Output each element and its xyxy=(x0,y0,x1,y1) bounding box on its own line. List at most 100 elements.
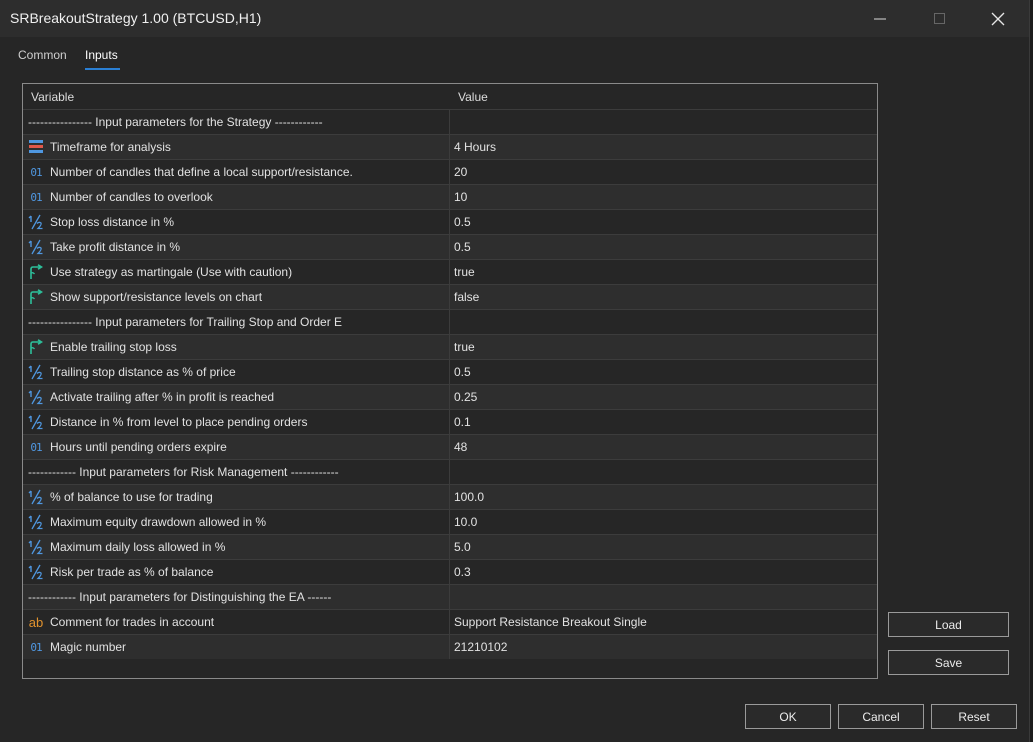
value-cell[interactable]: 0.5 xyxy=(454,215,471,229)
value-cell[interactable]: 0.5 xyxy=(454,240,471,254)
variable-cell: Trailing stop distance as % of price xyxy=(23,360,450,384)
string-icon: ab xyxy=(28,614,44,630)
fraction-icon xyxy=(28,514,44,530)
table-section-row[interactable]: ------------ Input parameters for Risk M… xyxy=(23,459,877,484)
tab-common[interactable]: Common xyxy=(18,48,67,62)
value-cell[interactable]: true xyxy=(454,340,475,354)
variable-cell: 01 Hours until pending orders expire xyxy=(23,435,450,459)
value-cell[interactable]: Support Resistance Breakout Single xyxy=(454,615,647,629)
tab-bar: Common Inputs xyxy=(0,38,1029,72)
variable-cell: Enable trailing stop loss xyxy=(23,335,450,359)
variable-cell: Distance in % from level to place pendin… xyxy=(23,410,450,434)
table-row[interactable]: Stop loss distance in % 0.5 xyxy=(23,209,877,234)
variable-cell: Activate trailing after % in profit is r… xyxy=(23,385,450,409)
variable-name: Distance in % from level to place pendin… xyxy=(50,415,308,429)
save-button[interactable]: Save xyxy=(888,650,1009,675)
table-row[interactable]: % of balance to use for trading 100.0 xyxy=(23,484,877,509)
variable-cell: Maximum equity drawdown allowed in % xyxy=(23,510,450,534)
bool-icon xyxy=(28,289,44,305)
variable-name: Take profit distance in % xyxy=(50,240,181,254)
table-row[interactable]: Enable trailing stop loss true xyxy=(23,334,877,359)
fraction-icon xyxy=(28,364,44,380)
variable-name: Hours until pending orders expire xyxy=(50,440,227,454)
table-section-row[interactable]: ---------------- Input parameters for Tr… xyxy=(23,309,877,334)
table-row[interactable]: ab Comment for trades in account Support R… xyxy=(23,609,877,634)
tab-inputs[interactable]: Inputs xyxy=(85,48,118,62)
variable-name: ---------------- Input parameters for th… xyxy=(28,115,323,129)
maximize-icon xyxy=(934,12,945,24)
table-row[interactable]: Show support/resistance levels on chart f… xyxy=(23,284,877,309)
column-header-variable[interactable]: Variable xyxy=(31,90,74,104)
variable-name: Stop loss distance in % xyxy=(50,215,175,229)
table-row[interactable]: Maximum equity drawdown allowed in % 10.0 xyxy=(23,509,877,534)
variable-name: ---------------- Input parameters for Tr… xyxy=(28,315,343,329)
table-row[interactable]: Use strategy as martingale (Use with cau… xyxy=(23,259,877,284)
integer-icon: 01 xyxy=(28,189,44,205)
value-cell[interactable]: 20 xyxy=(454,165,467,179)
value-cell[interactable]: 4 Hours xyxy=(454,140,496,154)
variable-name: Magic number xyxy=(50,640,127,654)
variable-cell: 01 Magic number xyxy=(23,635,450,659)
variable-name: Comment for trades in account xyxy=(50,615,215,629)
value-cell[interactable]: 10.0 xyxy=(454,515,477,529)
table-row[interactable]: Risk per trade as % of balance 0.3 xyxy=(23,559,877,584)
table-row[interactable]: Timeframe for analysis 4 Hours xyxy=(23,134,877,159)
table-row[interactable]: 01 Magic number 21210102 xyxy=(23,634,877,659)
variable-name: Number of candles to overlook xyxy=(50,190,213,204)
active-tab-indicator xyxy=(85,68,120,70)
inputs-table: Variable Value ---------------- Input pa… xyxy=(22,83,878,679)
variable-name: ------------ Input parameters for Risk M… xyxy=(28,465,339,479)
value-cell[interactable]: 0.1 xyxy=(454,415,471,429)
load-button[interactable]: Load xyxy=(888,612,1009,637)
string-icon-glyph: ab xyxy=(28,614,44,630)
integer-icon-glyph: 01 xyxy=(30,640,42,654)
table-row[interactable]: Distance in % from level to place pendin… xyxy=(23,409,877,434)
fraction-icon xyxy=(28,564,44,580)
variable-cell: ------------ Input parameters for Risk M… xyxy=(23,460,450,484)
fraction-icon xyxy=(28,414,44,430)
variable-cell: Show support/resistance levels on chart xyxy=(23,285,450,309)
integer-icon-glyph: 01 xyxy=(30,440,42,454)
bool-icon xyxy=(28,339,44,355)
variable-name: Use strategy as martingale (Use with cau… xyxy=(50,265,293,279)
variable-name: Trailing stop distance as % of price xyxy=(50,365,236,379)
value-cell[interactable]: 0.25 xyxy=(454,390,477,404)
variable-name: % of balance to use for trading xyxy=(50,490,213,504)
variable-cell: ---------------- Input parameters for Tr… xyxy=(23,310,450,334)
variable-cell: Risk per trade as % of balance xyxy=(23,560,450,584)
table-row[interactable]: Trailing stop distance as % of price 0.5 xyxy=(23,359,877,384)
table-row[interactable]: Activate trailing after % in profit is r… xyxy=(23,384,877,409)
integer-icon: 01 xyxy=(28,439,44,455)
title-bar[interactable]: SRBreakoutStrategy 1.00 (BTCUSD,H1) xyxy=(0,0,1029,37)
column-header-value[interactable]: Value xyxy=(458,90,488,104)
ok-button[interactable]: OK xyxy=(745,704,831,729)
value-cell[interactable]: 100.0 xyxy=(454,490,484,504)
table-row[interactable]: Take profit distance in % 0.5 xyxy=(23,234,877,259)
integer-icon-glyph: 01 xyxy=(30,165,42,179)
value-cell[interactable]: 0.5 xyxy=(454,365,471,379)
table-section-row[interactable]: ---------------- Input parameters for th… xyxy=(23,109,877,134)
value-cell[interactable]: 10 xyxy=(454,190,467,204)
reset-button[interactable]: Reset xyxy=(931,704,1017,729)
table-row[interactable]: 01 Number of candles to overlook 10 xyxy=(23,184,877,209)
close-button[interactable] xyxy=(975,0,1021,37)
value-cell[interactable]: true xyxy=(454,265,475,279)
fraction-icon xyxy=(28,539,44,555)
cancel-button[interactable]: Cancel xyxy=(838,704,924,729)
table-section-row[interactable]: ------------ Input parameters for Distin… xyxy=(23,584,877,609)
value-cell[interactable]: false xyxy=(454,290,479,304)
variable-cell: 01 Number of candles that define a local … xyxy=(23,160,450,184)
integer-icon: 01 xyxy=(28,639,44,655)
table-row[interactable]: 01 Hours until pending orders expire 48 xyxy=(23,434,877,459)
variable-cell: Take profit distance in % xyxy=(23,235,450,259)
variable-name: Timeframe for analysis xyxy=(50,140,171,154)
value-cell[interactable]: 21210102 xyxy=(454,640,507,654)
variable-name: Maximum daily loss allowed in % xyxy=(50,540,226,554)
minimize-button[interactable] xyxy=(857,0,903,37)
table-row[interactable]: 01 Number of candles that define a local … xyxy=(23,159,877,184)
value-cell[interactable]: 48 xyxy=(454,440,467,454)
value-cell[interactable]: 5.0 xyxy=(454,540,471,554)
table-row[interactable]: Maximum daily loss allowed in % 5.0 xyxy=(23,534,877,559)
value-cell[interactable]: 0.3 xyxy=(454,565,471,579)
variable-cell: ---------------- Input parameters for th… xyxy=(23,110,450,134)
